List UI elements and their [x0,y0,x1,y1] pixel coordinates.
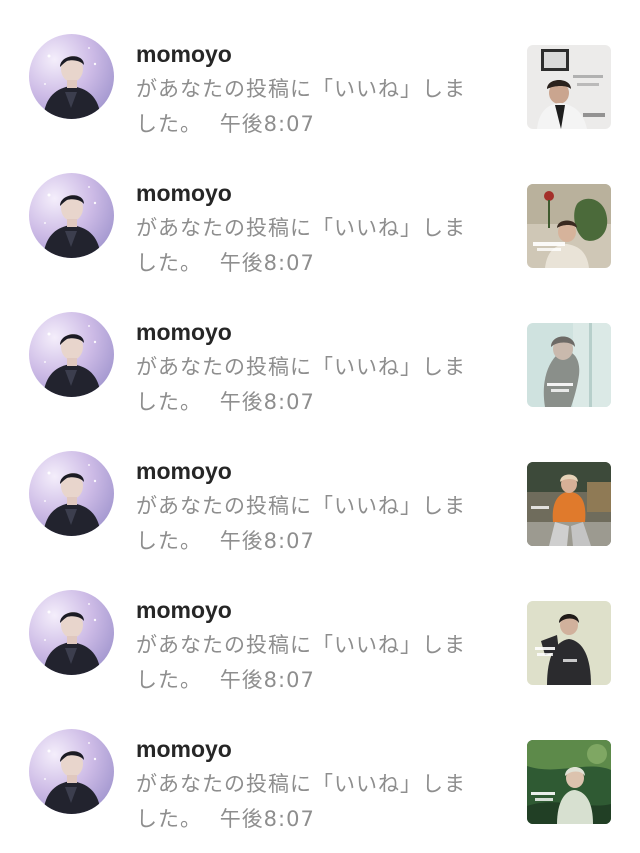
person-avatar-icon [43,325,101,397]
post-thumbnail[interactable] [527,601,611,685]
notification-item[interactable]: momoyo があなたの投稿に「いいね」しました。 午後8:07 [0,139,640,277]
avatar[interactable] [29,451,114,536]
notification-time: 午後8:07 [219,112,315,136]
post-thumbnail-image [527,184,611,268]
notification-time: 午後8:07 [219,807,315,831]
post-thumbnail-image [527,462,611,546]
post-thumbnail[interactable] [527,45,611,129]
avatar[interactable] [29,590,114,675]
post-thumbnail[interactable] [527,323,611,407]
username[interactable]: momoyo [136,318,496,346]
post-thumbnail-image [527,323,611,407]
notification-item[interactable]: momoyo があなたの投稿に「いいね」しました。 午後8:07 [0,417,640,555]
post-thumbnail-image [527,45,611,129]
post-thumbnail-image [527,601,611,685]
username[interactable]: momoyo [136,40,496,68]
username[interactable]: momoyo [136,179,496,207]
person-avatar-icon [43,603,101,675]
avatar[interactable] [29,312,114,397]
post-thumbnail[interactable] [527,184,611,268]
avatar[interactable] [29,34,114,119]
username[interactable]: momoyo [136,735,496,763]
post-thumbnail[interactable] [527,462,611,546]
person-avatar-icon [43,464,101,536]
notification-time: 午後8:07 [219,668,315,692]
person-avatar-icon [43,742,101,814]
post-thumbnail-image [527,740,611,824]
notification-time: 午後8:07 [219,390,315,414]
notification-item[interactable]: momoyo があなたの投稿に「いいね」しました。 午後8:07 [0,556,640,694]
notification-time: 午後8:07 [219,251,315,275]
person-avatar-icon [43,47,101,119]
person-avatar-icon [43,186,101,258]
username[interactable]: momoyo [136,596,496,624]
notification-item[interactable]: momoyo があなたの投稿に「いいね」しました。 午後8:07 [0,0,640,138]
notification-item[interactable]: momoyo があなたの投稿に「いいね」しました。 午後8:07 [0,695,640,833]
post-thumbnail[interactable] [527,740,611,824]
username[interactable]: momoyo [136,457,496,485]
notification-time: 午後8:07 [219,529,315,553]
notification-list: momoyo があなたの投稿に「いいね」しました。 午後8:07 momoyo … [0,0,640,853]
notification-item[interactable]: momoyo があなたの投稿に「いいね」しました。 午後8:07 [0,278,640,416]
avatar[interactable] [29,729,114,814]
avatar[interactable] [29,173,114,258]
